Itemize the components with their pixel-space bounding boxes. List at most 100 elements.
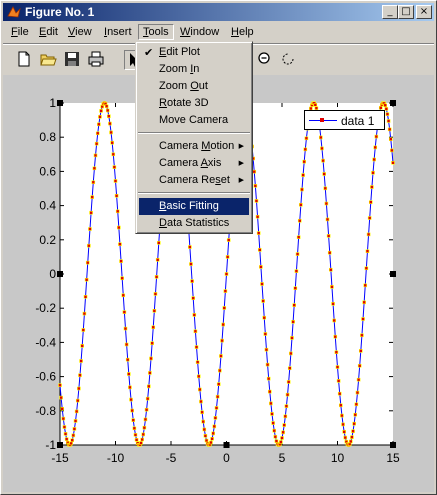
data-point <box>334 350 339 355</box>
data-point <box>388 137 393 142</box>
data-point <box>200 410 204 415</box>
data-point <box>357 363 362 368</box>
data-point <box>133 433 138 437</box>
data-point <box>259 265 263 269</box>
data-point <box>98 114 102 119</box>
data-point <box>368 200 373 204</box>
data-point <box>261 299 265 303</box>
data-point <box>254 199 259 203</box>
data-point <box>114 193 119 198</box>
data-point <box>58 383 62 388</box>
menu-item-label: Zoom Out <box>159 80 208 92</box>
menu-item-rotate-3d[interactable]: Rotate 3D <box>139 95 249 112</box>
menu-item-basic-fitting[interactable]: Basic Fitting <box>139 198 249 215</box>
data-point <box>110 140 114 145</box>
data-point <box>80 344 84 348</box>
data-point <box>286 380 291 384</box>
selection-handle <box>390 271 396 277</box>
data-point <box>387 127 392 132</box>
menu-item-data-statistics[interactable]: Data Statistics <box>139 215 249 232</box>
data-point <box>336 379 341 383</box>
data-point <box>142 425 147 430</box>
data-point <box>351 429 355 434</box>
data-point <box>188 245 192 249</box>
data-point <box>281 430 285 435</box>
data-point <box>264 347 269 352</box>
selection-handle <box>223 442 230 448</box>
data-point <box>342 429 346 434</box>
selection-handle <box>57 100 63 106</box>
data-point <box>140 437 144 442</box>
submenu-arrow-icon: ▶ <box>238 142 244 150</box>
data-point <box>355 390 360 395</box>
data-point <box>90 195 94 199</box>
data-point <box>304 136 309 141</box>
data-point <box>343 435 348 440</box>
selection-handle <box>57 271 63 277</box>
data-point <box>155 257 160 262</box>
menu-item-label: Rotate 3D <box>159 97 209 109</box>
data-point <box>151 325 156 330</box>
data-point <box>295 252 300 256</box>
data-point <box>97 122 101 127</box>
data-point <box>153 292 158 296</box>
data-point <box>363 283 368 288</box>
checkmark-icon: ✔ <box>144 46 154 59</box>
data-point <box>356 377 361 382</box>
y-tick-label: -0.6 <box>35 370 56 384</box>
data-point <box>139 441 143 445</box>
data-point <box>134 438 139 442</box>
data-point <box>282 423 287 427</box>
data-point <box>93 153 98 158</box>
data-point <box>265 362 270 367</box>
y-tick-label: 0 <box>49 267 56 281</box>
data-point <box>384 107 389 111</box>
data-point <box>111 152 116 157</box>
data-point <box>105 108 110 113</box>
y-tick-label: 1 <box>49 96 56 110</box>
data-point <box>203 434 208 438</box>
data-point <box>71 433 76 438</box>
menu-item-camera-reset[interactable]: Camera Reset ▶ <box>139 172 249 189</box>
data-point <box>61 416 66 421</box>
data-point <box>313 103 318 107</box>
data-point <box>353 412 358 417</box>
data-point <box>77 386 81 391</box>
data-point <box>294 269 299 273</box>
data-point <box>361 317 365 321</box>
x-tick-label: 15 <box>386 451 400 465</box>
y-tick-label: -1 <box>45 438 56 452</box>
data-point <box>124 342 129 347</box>
data-point <box>273 434 278 439</box>
data-point <box>290 336 294 340</box>
data-point <box>296 235 301 240</box>
menu-item-camera-motion[interactable]: Camera Motion ▶ <box>139 138 249 155</box>
data-point <box>189 262 193 266</box>
menu-item-camera-axis[interactable]: Camera Axis ▶ <box>139 155 249 172</box>
tools-dropdown-menu: ✔ Edit Plot Zoom In Zoom Out Rotate 3D Mo… <box>135 41 253 234</box>
data-point <box>297 218 302 223</box>
data-point <box>72 427 77 431</box>
data-point <box>272 428 277 433</box>
menu-item-zoom-out[interactable]: Zoom Out <box>139 78 249 95</box>
data-point <box>362 300 366 305</box>
menu-item-move-camera[interactable]: Move Camera <box>139 112 249 129</box>
data-point <box>130 408 134 413</box>
data-point <box>107 114 111 119</box>
data-point <box>324 201 329 206</box>
data-point <box>224 272 229 276</box>
data-point <box>372 157 376 162</box>
menu-item-label: Move Camera <box>159 114 229 126</box>
data-point <box>378 105 383 110</box>
data-point <box>322 172 326 176</box>
data-point <box>364 266 369 271</box>
data-point <box>63 432 68 436</box>
menu-item-edit-plot[interactable]: ✔ Edit Plot <box>139 44 249 61</box>
data-point <box>367 216 372 220</box>
menu-separator <box>138 132 250 134</box>
menu-item-zoom-in[interactable]: Zoom In <box>139 61 249 78</box>
data-point <box>60 406 65 411</box>
data-point <box>94 141 99 146</box>
data-point <box>331 302 335 306</box>
legend[interactable]: data 1 <box>304 110 385 130</box>
